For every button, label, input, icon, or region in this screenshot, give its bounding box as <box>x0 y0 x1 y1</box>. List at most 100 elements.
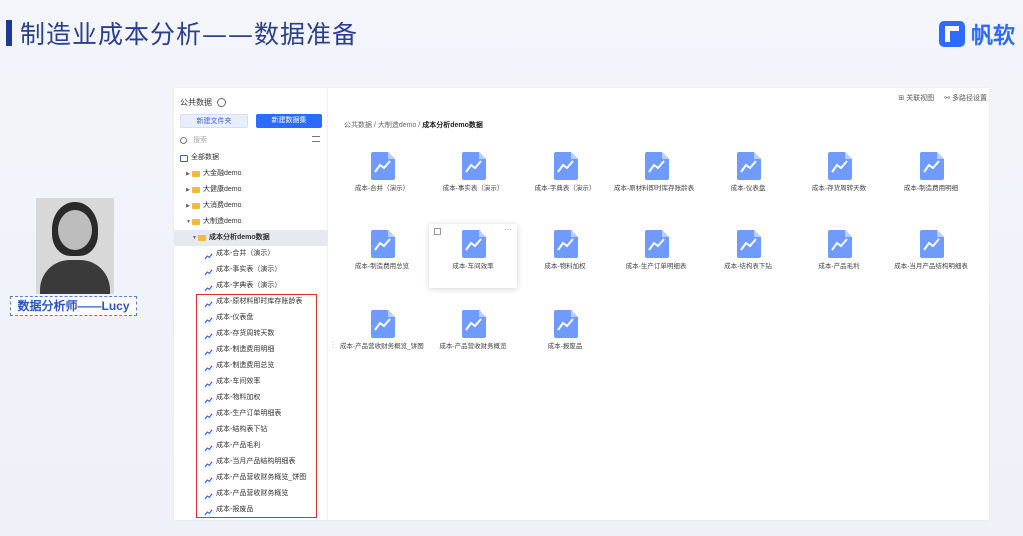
tree-item[interactable]: 成本-存货周转天数 <box>174 326 328 342</box>
top-links: ⊞ 关联视图 ⚯ 多路径设置 <box>898 93 987 103</box>
tree-item-label: 大消费demo <box>203 202 242 209</box>
dataset-tile[interactable]: 成本-产品毛利 <box>795 224 883 288</box>
dataset-file-icon <box>920 152 944 180</box>
dataset-tile-label: 成本-产品营收财务概览 <box>439 343 507 350</box>
dataset-trend-icon <box>204 283 213 291</box>
dataset-file-icon <box>371 310 395 338</box>
tree-item-label: 成本-制造费用总览 <box>216 362 275 369</box>
tree-item[interactable]: 全部数据 <box>174 150 328 166</box>
new-folder-button[interactable]: 新建文件夹 <box>180 114 248 128</box>
dataset-tile-label: 成本-物料加权 <box>544 263 586 270</box>
tree-item-label: 成本-当月产品结构明细表 <box>216 458 296 465</box>
tree-item[interactable]: 成本-车间效率 <box>174 374 328 390</box>
sidebar-header: 公共数据 <box>180 97 226 108</box>
tree-item[interactable]: ▼ 成本分析demo数据 <box>174 230 328 246</box>
tree-item[interactable]: 成本-制造费用总览 <box>174 358 328 374</box>
dataset-tile[interactable]: 成本-产品营收财务概览_饼图 <box>338 304 426 368</box>
search-icon <box>180 136 187 144</box>
dataset-tile[interactable]: 成本-仪表盘 <box>704 146 792 210</box>
dataset-tile[interactable]: 成本-物料加权 <box>521 224 609 288</box>
dataset-trend-icon <box>204 443 213 451</box>
tree-item[interactable]: 成本-产品毛利 <box>174 438 328 454</box>
tree-item[interactable]: ▼ 大制造demo <box>174 214 328 230</box>
tree-item[interactable]: 成本-结构表下钻 <box>174 422 328 438</box>
tree-item-label: 大健康demo <box>203 186 242 193</box>
dataset-file-icon <box>554 310 578 338</box>
multi-path-link[interactable]: ⚯ 多路径设置 <box>944 93 987 103</box>
dataset-file-icon <box>554 230 578 258</box>
dataset-tile[interactable]: 成本-字典表（演示） <box>521 146 609 210</box>
dataset-tile-label: 成本-制造费用明细 <box>903 185 959 192</box>
dataset-trend-icon <box>204 427 213 435</box>
tree-item[interactable]: 成本-合并（演示） <box>174 246 328 262</box>
tree-item[interactable]: 成本-物料加权 <box>174 390 328 406</box>
dataset-tile[interactable]: 成本-事实表（演示） <box>429 146 517 210</box>
dataset-tile-label: 成本-字典表（演示） <box>534 185 596 192</box>
filter-icon[interactable] <box>312 136 320 142</box>
tree-item[interactable]: 成本-仪表盘 <box>174 310 328 326</box>
tree-item[interactable]: 成本-生产订单明细表 <box>174 406 328 422</box>
tree-item-label: 成本-结构表下钻 <box>216 426 268 433</box>
dataset-file-icon <box>462 310 486 338</box>
dataset-trend-icon <box>204 347 213 355</box>
tree-item[interactable]: 成本-报废品 <box>174 502 328 518</box>
dataset-trend-icon <box>204 331 213 339</box>
presenter-photo <box>36 198 114 294</box>
tree-item[interactable]: 成本-事实表（演示） <box>174 262 328 278</box>
dataset-file-icon <box>828 152 852 180</box>
dataset-tile-label: 成本-生产订单明细表 <box>625 263 687 270</box>
search-placeholder: 搜索 <box>193 137 207 144</box>
folder-icon <box>192 219 200 225</box>
dataset-tile-label: 成本-事实表（演示） <box>442 185 504 192</box>
dataset-tile[interactable]: 成本-车间效率 ··· <box>429 224 517 288</box>
tree-item[interactable]: 成本-原材料即时库存账龄表 <box>174 294 328 310</box>
dataset-file-icon <box>462 230 486 258</box>
dataset-tile-label: 成本-产品毛利 <box>818 263 860 270</box>
title-accent-bar <box>6 20 12 46</box>
folder-icon <box>198 235 206 241</box>
sidebar-title: 公共数据 <box>180 98 212 107</box>
more-options-icon[interactable]: ··· <box>504 225 512 234</box>
dataset-file-icon <box>737 230 761 258</box>
dataset-trend-icon <box>204 411 213 419</box>
breadcrumb-item[interactable]: 公共数据 <box>344 122 372 129</box>
tree-item-label: 成本-报废品 <box>216 506 254 513</box>
folder-icon <box>192 203 200 209</box>
tree-item[interactable]: 成本-制造费用明细 <box>174 342 328 358</box>
tree-item[interactable]: ▶ 大消费demo <box>174 198 328 214</box>
main-panel: ⊞ 关联视图 ⚯ 多路径设置 公共数据 / 大制造demo / 成本分析demo… <box>332 88 989 520</box>
dataset-tile[interactable]: 成本-报废品 <box>521 304 609 368</box>
dataset-tile[interactable]: 成本-生产订单明细表 <box>612 224 700 288</box>
dataset-tile[interactable]: 成本-制造费用总览 <box>338 224 426 288</box>
slide-title-text: 制造业成本分析——数据准备 <box>20 20 359 49</box>
tree-item[interactable]: ▶ 大健康demo <box>174 182 328 198</box>
tree-item[interactable]: 成本-产品营收财务概览 <box>174 486 328 502</box>
tree-item-label: 成本-生产订单明细表 <box>216 410 282 417</box>
folder-icon <box>192 187 200 193</box>
breadcrumb-item[interactable]: 大制造demo <box>378 122 417 129</box>
gear-icon[interactable] <box>217 98 226 107</box>
tree-item[interactable]: ▶ 大金融demo <box>174 166 328 182</box>
dataset-tile[interactable]: 成本-当月产品结构明细表 <box>887 224 975 288</box>
tree-item[interactable]: 成本-字典表（演示） <box>174 278 328 294</box>
dataset-tile[interactable]: 成本-原材料即时库存账龄表 <box>612 146 700 210</box>
brand-name: 帆软 <box>970 24 1015 49</box>
tile-checkbox[interactable] <box>434 228 441 235</box>
dataset-file-icon <box>645 230 669 258</box>
dataset-tile[interactable]: 成本-结构表下钻 <box>704 224 792 288</box>
dataset-tile[interactable]: 成本-存货周转天数 <box>795 146 883 210</box>
presenter-body <box>40 260 110 294</box>
new-dataset-button[interactable]: 新建数据集 <box>256 114 322 128</box>
dataset-trend-icon <box>204 459 213 467</box>
dataset-file-icon <box>554 152 578 180</box>
tree-item[interactable]: 成本-产品营收财务概览_饼图 <box>174 470 328 486</box>
tree-item-label: 大制造demo <box>203 218 242 225</box>
dataset-tile[interactable]: 成本-产品营收财务概览 <box>429 304 517 368</box>
tree-item[interactable]: 成本-当月产品结构明细表 <box>174 454 328 470</box>
search-input[interactable]: 搜索 <box>180 133 322 147</box>
relation-view-link[interactable]: ⊞ 关联视图 <box>898 93 934 103</box>
tree-item-label: 成本-仪表盘 <box>216 314 254 321</box>
tree-item-label: 成本-车间效率 <box>216 378 261 385</box>
dataset-tile[interactable]: 成本-合并（演示） <box>338 146 426 210</box>
dataset-tile[interactable]: 成本-制造费用明细 <box>887 146 975 210</box>
